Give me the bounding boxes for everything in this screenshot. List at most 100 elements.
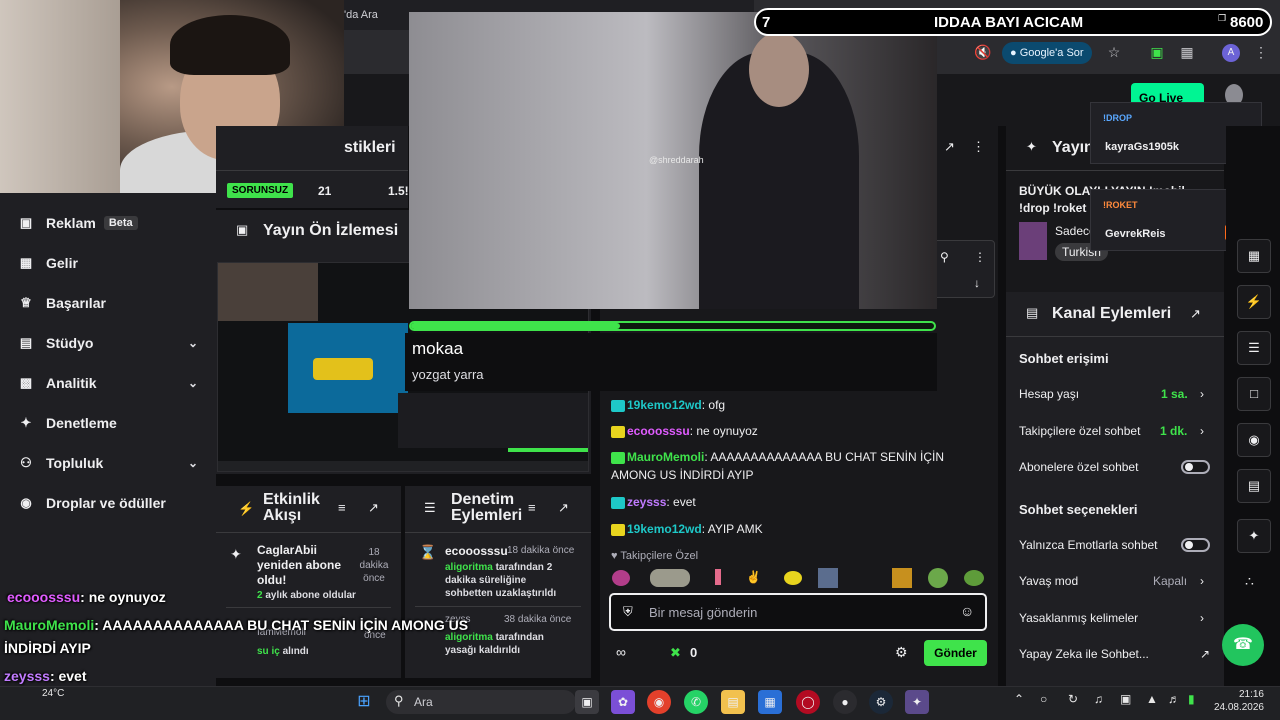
extensions-puzzle-icon[interactable]: ▦: [1178, 43, 1196, 61]
weather-temp[interactable]: 24°C: [42, 688, 64, 699]
clock[interactable]: 21:16 24.08.2026: [1212, 688, 1264, 714]
emote-icon[interactable]: [715, 569, 721, 585]
whatsapp-icon[interactable]: ✆: [684, 690, 708, 714]
chat-message[interactable]: 19kemo12wd: AYIP AMK: [611, 520, 971, 538]
popout-icon[interactable]: ↗: [944, 139, 955, 155]
rail-list-icon[interactable]: ☰: [1237, 331, 1271, 365]
copilot-icon[interactable]: ✿: [611, 690, 635, 714]
emote-icon[interactable]: [784, 571, 802, 585]
nav-item-basarilar[interactable]: ♕ Başarılar: [18, 292, 198, 314]
assistant-fab[interactable]: ☎: [1222, 624, 1264, 666]
task-view-icon[interactable]: ▣: [575, 690, 599, 714]
rail-stats-icon[interactable]: ▦: [1237, 239, 1271, 273]
steam-icon[interactable]: ⚙: [869, 690, 893, 714]
filter-icon[interactable]: ≡: [338, 500, 346, 515]
chat-username[interactable]: 19kemo12wd: [627, 522, 702, 536]
external-link-icon[interactable]: ↗: [1200, 647, 1210, 661]
chevron-right-icon[interactable]: ›: [1200, 387, 1204, 401]
emote-only-toggle[interactable]: [1181, 538, 1210, 552]
wifi-icon[interactable]: ▲: [1146, 692, 1158, 706]
chevron-right-icon[interactable]: ›: [1200, 424, 1204, 438]
emoji-icon[interactable]: ☺: [960, 603, 974, 619]
chat-message[interactable]: ecooosssu: ne oynuyoz: [611, 422, 971, 440]
pin-icon[interactable]: ⚲: [940, 250, 949, 264]
filter-icon[interactable]: ≡: [528, 500, 536, 515]
rail-wrench-icon[interactable]: ✦: [1237, 519, 1271, 553]
obs-icon[interactable]: ●: [833, 690, 857, 714]
rail-more-icon[interactable]: ∴: [1245, 573, 1254, 590]
emote-row[interactable]: ✌: [610, 567, 990, 589]
tray-chevron-icon[interactable]: ⌃: [1014, 692, 1024, 706]
windows-start-icon[interactable]: ⊞: [352, 690, 376, 714]
store-icon[interactable]: ▦: [758, 690, 782, 714]
chat-message[interactable]: MauroMemoli: AAAAAAAAAAAAAA BU CHAT SENİ…: [611, 448, 971, 484]
nav-item-topluluk[interactable]: ⚇ Topluluk ⌄: [18, 452, 198, 474]
nav-item-analitik[interactable]: ▩ Analitik ⌄: [18, 372, 198, 394]
category-box-art[interactable]: [1019, 222, 1047, 260]
sync-icon[interactable]: ↻: [1068, 692, 1078, 706]
emote-icon[interactable]: [928, 568, 948, 588]
profile-avatar[interactable]: A: [1222, 44, 1240, 62]
battery-icon[interactable]: ▮: [1188, 692, 1195, 706]
emote-icon[interactable]: [892, 568, 912, 588]
chevron-right-icon[interactable]: ›: [1200, 574, 1204, 588]
bits-icon[interactable]: ∞: [616, 644, 626, 660]
tray-icon[interactable]: ○: [1040, 692, 1047, 706]
ai-chat-setting[interactable]: Yapay Zeka ile Sohbet...: [1019, 647, 1149, 661]
account-age-setting[interactable]: Hesap yaşı: [1019, 387, 1079, 401]
tray-icon[interactable]: ▣: [1120, 692, 1131, 706]
rail-lightning-icon[interactable]: ⚡: [1237, 285, 1271, 319]
nav-item-droplar[interactable]: ◉ Droplar ve ödüller: [18, 492, 198, 514]
popout-icon[interactable]: ↗: [368, 500, 379, 516]
mute-icon[interactable]: 🔇: [974, 43, 992, 61]
taskbar-search[interactable]: ⚲ Ara: [386, 690, 576, 714]
chat-input[interactable]: ⛨ Bir mesaj gönderin ☺: [609, 593, 987, 631]
followers-only-label: ♥ Takipçilere Özel: [611, 550, 698, 562]
chat-username[interactable]: zeysss: [627, 495, 666, 509]
followers-chat-setting[interactable]: Takipçilere özel sohbet: [1019, 424, 1140, 438]
chat-username[interactable]: ecooosssu: [627, 424, 690, 438]
nav-item-studyo[interactable]: ▤ Stüdyo ⌄: [18, 332, 198, 354]
send-button[interactable]: Gönder: [924, 640, 987, 666]
chevron-right-icon[interactable]: ›: [1200, 611, 1204, 625]
nav-item-reklam[interactable]: ▣ Reklam Beta: [18, 212, 198, 234]
nav-label: Droplar ve ödüller: [46, 495, 166, 511]
extension-icon[interactable]: ▣: [1148, 43, 1166, 61]
bookmark-star-icon[interactable]: ☆: [1105, 43, 1123, 61]
rail-broadcast-icon[interactable]: ◉: [1237, 423, 1271, 457]
popout-icon[interactable]: ↗: [558, 500, 569, 516]
banned-words-setting[interactable]: Yasaklanmış kelimeler: [1019, 611, 1138, 625]
chrome-icon[interactable]: ◉: [647, 690, 671, 714]
microphone-icon[interactable]: ♫: [1094, 692, 1103, 706]
emote-icon[interactable]: [964, 570, 984, 586]
nav-item-denetleme[interactable]: ✦ Denetleme: [18, 412, 198, 434]
app-icon[interactable]: ✦: [905, 690, 929, 714]
channel-points-icon[interactable]: ✖: [670, 645, 681, 661]
overlay-chat-username: MauroMemoli: [4, 617, 95, 633]
opera-icon[interactable]: ◯: [796, 690, 820, 714]
emote-icon[interactable]: [818, 568, 838, 588]
menu-dots-icon[interactable]: ⋮: [972, 139, 985, 155]
emote-icon[interactable]: ✌: [746, 570, 761, 584]
arrow-down-icon[interactable]: ↓: [974, 276, 980, 290]
chat-username[interactable]: 19kemo12wd: [627, 398, 702, 412]
video-player[interactable]: @shreddarah: [409, 12, 937, 309]
google-ask-button[interactable]: ● Google'a Sor: [1002, 42, 1092, 64]
emote-icon[interactable]: [650, 569, 690, 587]
menu-dots-icon[interactable]: ⋮: [1252, 43, 1270, 61]
chat-username[interactable]: MauroMemoli: [627, 450, 704, 464]
subs-chat-toggle[interactable]: [1181, 460, 1210, 474]
settings-gear-icon[interactable]: ⚙: [895, 644, 908, 661]
chat-message[interactable]: 19kemo12wd: ofg: [611, 396, 971, 414]
nav-item-gelir[interactable]: ▦ Gelir: [18, 252, 198, 274]
tab-title[interactable]: 'da Ara: [344, 9, 378, 21]
slow-mode-setting[interactable]: Yavaş mod: [1019, 574, 1078, 588]
rail-channel-icon[interactable]: ▤: [1237, 469, 1271, 503]
volume-icon[interactable]: ♬: [1168, 692, 1180, 706]
rail-chat-icon[interactable]: □: [1237, 377, 1271, 411]
chat-message[interactable]: zeysss: evet: [611, 493, 971, 511]
file-explorer-icon[interactable]: ▤: [721, 690, 745, 714]
emote-icon[interactable]: [612, 570, 630, 586]
menu-dots-icon[interactable]: ⋮: [974, 250, 986, 264]
popout-icon[interactable]: ↗: [1190, 306, 1201, 322]
